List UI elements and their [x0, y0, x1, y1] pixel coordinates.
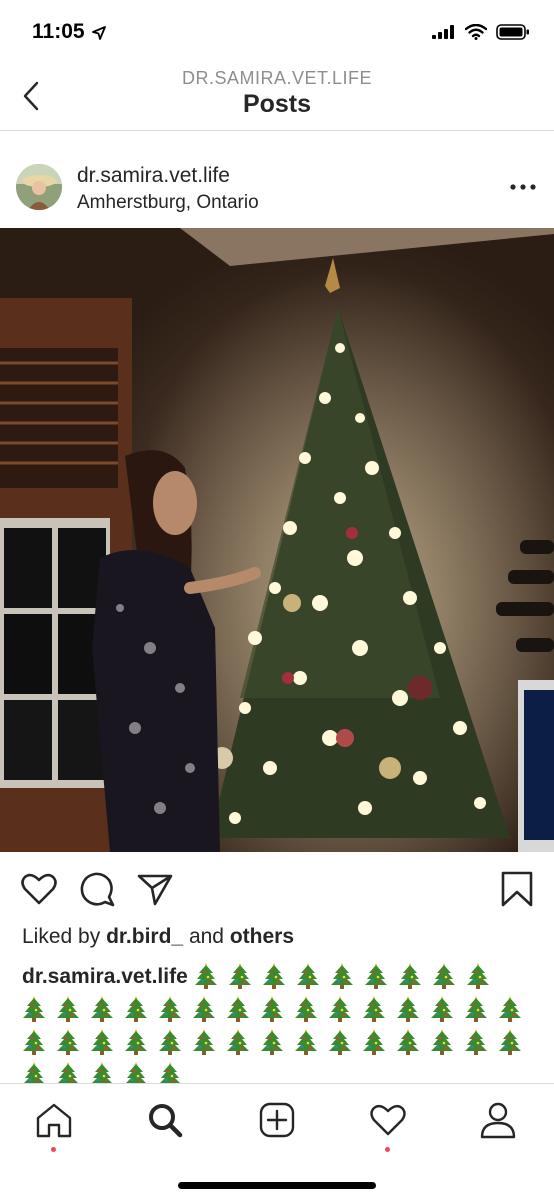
tab-bar [0, 1083, 554, 1201]
christmas-tree-emoji [194, 963, 217, 989]
avatar[interactable] [16, 164, 62, 210]
christmas-tree-emoji [23, 996, 45, 1022]
christmas-tree-emoji [364, 963, 387, 989]
search-icon [149, 1104, 183, 1138]
christmas-tree-emoji [262, 963, 285, 989]
status-time: 11:05 [32, 20, 85, 43]
liked-by-and: and [188, 925, 224, 948]
christmas-tree-emoji [227, 1029, 249, 1055]
christmas-tree-emoji [432, 963, 455, 989]
page-title: Posts [242, 90, 312, 118]
profile-icon [480, 1102, 516, 1139]
christmas-tree-photo [0, 228, 554, 852]
status-bar: 11:05 [0, 0, 554, 62]
christmas-tree-emoji [466, 963, 489, 989]
christmas-tree-emoji [261, 996, 283, 1022]
christmas-tree-emoji [193, 996, 215, 1022]
christmas-tree-emoji [431, 996, 453, 1022]
christmas-tree-emoji [397, 1029, 419, 1055]
christmas-tree-emoji [329, 996, 351, 1022]
christmas-tree-emoji [295, 996, 317, 1022]
account-name: DR.SAMIRA.VET.LIFE [181, 68, 373, 88]
post-actions [0, 864, 554, 914]
christmas-tree-emoji [91, 1029, 113, 1055]
christmas-tree-emoji [295, 1029, 317, 1055]
caption-username[interactable]: dr.samira.vet.life [22, 965, 188, 988]
post-header: dr.samira.vet.life Amherstburg, Ontario [0, 150, 554, 226]
christmas-tree-emoji [125, 996, 147, 1022]
christmas-tree-emoji [363, 1029, 385, 1055]
home-notification-dot [51, 1147, 56, 1152]
christmas-tree-emoji [227, 996, 249, 1022]
christmas-tree-emoji [57, 996, 79, 1022]
share-icon[interactable] [136, 870, 174, 908]
add-post-icon [259, 1102, 295, 1138]
christmas-tree-emoji [159, 996, 181, 1022]
bookmark-icon[interactable] [498, 870, 536, 908]
christmas-tree-emoji [465, 1029, 487, 1055]
nav-header: DR.SAMIRA.VET.LIFE Posts [0, 62, 554, 131]
home-icon [36, 1103, 72, 1138]
home-indicator [178, 1182, 376, 1189]
christmas-tree-emoji [499, 1029, 521, 1055]
christmas-tree-emoji [57, 1029, 79, 1055]
status-icons [432, 24, 530, 40]
christmas-tree-emoji [261, 1029, 283, 1055]
christmas-tree-emoji [23, 1029, 45, 1055]
more-dots-icon[interactable] [510, 180, 536, 194]
christmas-tree-emoji [329, 1029, 351, 1055]
christmas-tree-emoji [91, 996, 113, 1022]
tab-search[interactable] [141, 1096, 189, 1144]
liked-by-prefix: Liked by [22, 925, 101, 948]
christmas-tree-emoji [499, 996, 521, 1022]
post-location[interactable]: Amherstburg, Ontario [77, 192, 259, 214]
christmas-tree-emoji [330, 963, 353, 989]
liked-by-others[interactable]: others [230, 925, 294, 948]
activity-notification-dot [385, 1147, 390, 1152]
heart-icon [370, 1104, 406, 1136]
heart-icon[interactable] [20, 870, 58, 908]
location-arrow-icon [92, 26, 106, 40]
post-username[interactable]: dr.samira.vet.life [77, 164, 230, 188]
post-image[interactable] [0, 228, 554, 852]
battery-icon [496, 24, 529, 40]
christmas-tree-emoji [193, 1029, 215, 1055]
signal-icon [432, 25, 454, 39]
tab-new-post[interactable] [253, 1096, 301, 1144]
christmas-tree-emoji [398, 963, 421, 989]
comment-icon[interactable] [78, 870, 116, 908]
tab-home[interactable] [30, 1096, 78, 1152]
wifi-icon [465, 24, 487, 40]
christmas-tree-emoji [363, 996, 385, 1022]
christmas-tree-emoji [431, 1029, 453, 1055]
christmas-tree-emoji [465, 996, 487, 1022]
liked-by-user[interactable]: dr.bird_ [106, 925, 183, 948]
christmas-tree-emoji [125, 1029, 147, 1055]
christmas-tree-emoji [228, 963, 251, 989]
christmas-tree-emoji [296, 963, 319, 989]
christmas-tree-emoji [159, 1029, 181, 1055]
post-caption: dr.samira.vet.life [22, 960, 532, 1092]
christmas-tree-emoji [397, 996, 419, 1022]
likes-line: Liked by dr.bird_ and others [22, 925, 294, 949]
tab-activity[interactable] [364, 1096, 412, 1152]
tab-profile[interactable] [474, 1096, 522, 1144]
